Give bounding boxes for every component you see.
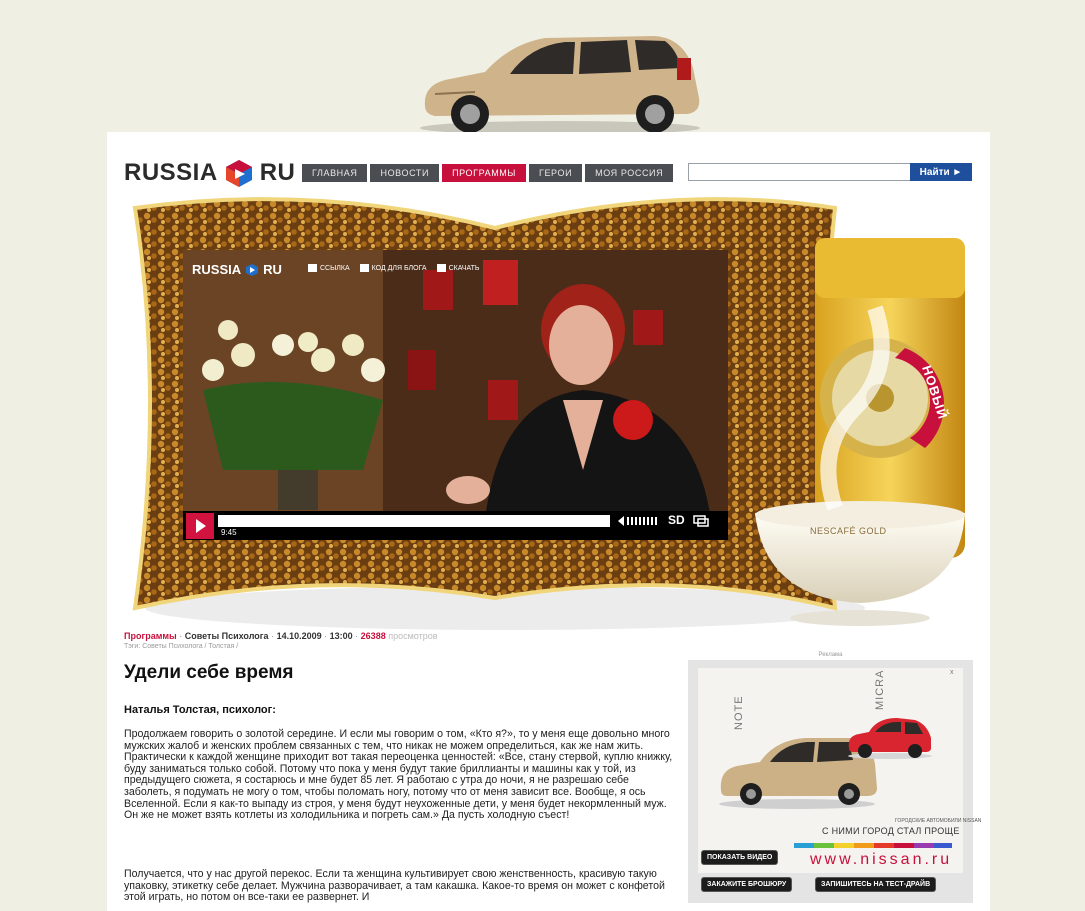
player-toolbar: ССЫЛКА КОД ДЛЯ БЛОГА СКАЧАТЬ — [308, 264, 480, 272]
nav-item-my-russia[interactable]: МОЯ РОССИЯ — [585, 164, 674, 182]
logo-cube-icon — [225, 160, 252, 187]
quality-toggle[interactable]: SD — [668, 513, 685, 527]
promo-car-image[interactable] — [415, 28, 705, 136]
link-icon — [308, 264, 317, 272]
search-input[interactable] — [688, 163, 916, 181]
ad-slogan: С НИМИ ГОРОД СТАЛ ПРОЩЕ — [822, 826, 960, 836]
download-tool-label: СКАЧАТЬ — [448, 264, 480, 272]
article-title: Удели себе время — [124, 662, 294, 683]
ad-model-micra: MICRA — [874, 669, 886, 710]
ad-slogan-small: ГОРОДСКИЕ АВТОМОБИЛИ NISSAN — [895, 818, 982, 824]
nav-item-news[interactable]: НОВОСТИ — [370, 164, 440, 182]
link-tool-label: ССЫЛКА — [320, 264, 350, 272]
player-logo-left: RUSSIA — [192, 262, 242, 277]
ad-color-stripe — [794, 843, 952, 848]
ad-label: Реклама — [818, 652, 843, 658]
logo-text-right: RU — [259, 159, 296, 186]
site-logo[interactable]: RUSSIA RU — [124, 158, 295, 188]
fullscreen-icon[interactable] — [693, 515, 709, 527]
article-paragraph: Продолжаем говорить о золотой середине. … — [124, 728, 673, 822]
main-nav: ГЛАВНАЯ НОВОСТИ ПРОГРАММЫ ГЕРОИ МОЯ РОСС… — [302, 164, 674, 182]
views-label: просмотров — [388, 631, 438, 641]
video-frame[interactable] — [183, 250, 728, 540]
product-label: NESCAFÉ GOLD — [810, 526, 887, 536]
nav-item-programs[interactable]: ПРОГРАММЫ — [442, 164, 526, 182]
embed-tool[interactable]: КОД ДЛЯ БЛОГА — [359, 264, 427, 272]
player-logo-right: RU — [263, 262, 282, 277]
link-tool[interactable]: ССЫЛКА — [308, 264, 350, 272]
nav-item-home[interactable]: ГЛАВНАЯ — [302, 164, 368, 182]
download-tool[interactable]: СКАЧАТЬ — [436, 264, 480, 272]
ad-close-icon[interactable]: x — [950, 669, 954, 676]
breadcrumb-section[interactable]: Программы — [124, 631, 177, 641]
ad-model-note: NOTE — [733, 695, 745, 730]
ad-car-micra-image — [848, 718, 932, 759]
views-count: 26388 — [360, 631, 386, 641]
play-button[interactable] — [186, 513, 214, 539]
time-label: 9:45 — [221, 528, 237, 537]
volume-icon[interactable] — [618, 515, 660, 527]
ad-watch-video-button[interactable]: ПОКАЗАТЬ ВИДЕО — [701, 850, 779, 865]
logo-text-left: RUSSIA — [124, 159, 218, 186]
tags[interactable]: Тэги: Советы Психолога / Толстая / — [124, 643, 238, 650]
player-logo: RUSSIA RU — [192, 262, 282, 277]
ad-order-brochure-button[interactable]: ЗАКАЖИТЕ БРОШЮРУ — [701, 877, 793, 892]
breadcrumb-program[interactable]: Советы Психолога — [185, 631, 269, 641]
article-author: Наталья Толстая, психолог: — [124, 704, 276, 716]
download-icon — [436, 264, 446, 272]
article-paragraph: Получается, что у нас другой перекос. Ес… — [124, 869, 665, 904]
breadcrumb: Программы · Советы Психолога · 14.10.200… — [124, 631, 438, 641]
search-button[interactable]: Найти ► — [910, 163, 972, 181]
publish-date: 14.10.2009 — [276, 631, 322, 641]
play-icon — [196, 519, 206, 533]
player-logo-icon — [246, 263, 259, 276]
nav-item-heroes[interactable]: ГЕРОИ — [528, 164, 583, 182]
embed-tool-label: КОД ДЛЯ БЛОГА — [371, 264, 427, 272]
ad-test-drive-button[interactable]: ЗАПИШИТЕСЬ НА ТЕСТ-ДРАЙВ — [815, 877, 937, 892]
embed-icon — [359, 264, 369, 272]
progress-bar[interactable] — [218, 515, 610, 527]
publish-time: 13:00 — [329, 631, 353, 641]
ad-url[interactable]: www.nissan.ru — [810, 851, 952, 869]
